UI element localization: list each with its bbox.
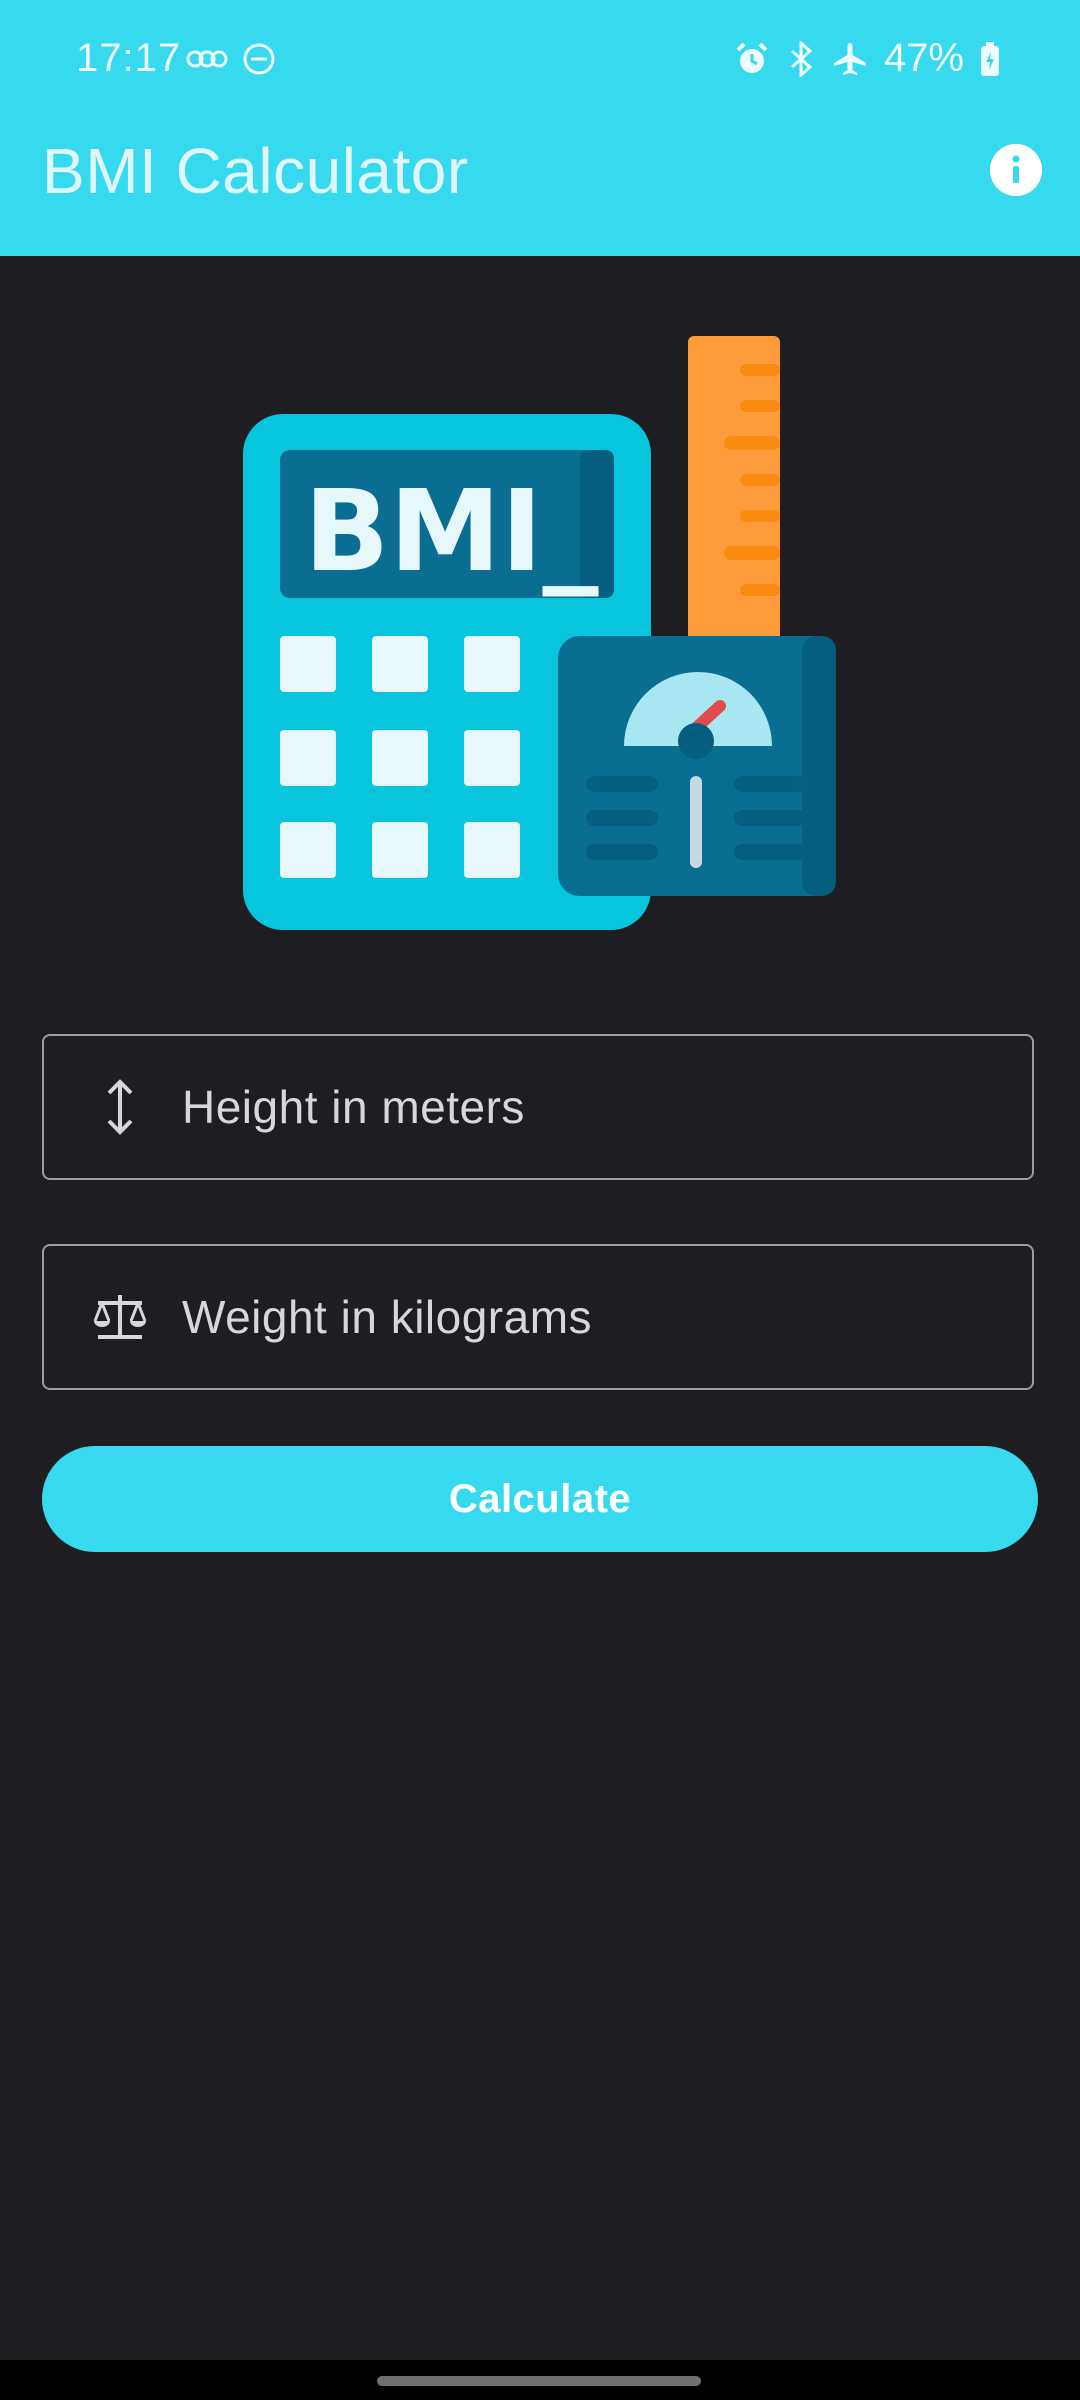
info-icon (990, 144, 1042, 196)
balance-scale-icon (90, 1287, 150, 1347)
weight-placeholder: Weight in kilograms (182, 1291, 593, 1343)
status-right-icons: 47% (734, 36, 1000, 81)
airplane-mode-icon (833, 42, 866, 75)
bmi-illustration: BMI_ (240, 336, 840, 936)
battery-charging-icon (981, 41, 999, 76)
status-left-icons (186, 42, 276, 76)
info-button[interactable] (990, 144, 1042, 196)
vertical-arrows-icon (90, 1077, 150, 1137)
weighing-scale-icon (558, 636, 836, 896)
page-title: BMI Calculator (42, 135, 469, 207)
height-field[interactable]: Height in meters (42, 1034, 1034, 1180)
alarm-icon (736, 42, 768, 73)
voicemail-icon (186, 50, 228, 68)
calculate-button[interactable]: Calculate (42, 1446, 1038, 1552)
battery-percentage: 47% (883, 36, 964, 80)
status-time: 17:17 (76, 36, 182, 80)
gesture-handle[interactable] (377, 2376, 701, 2386)
bluetooth-icon (790, 40, 813, 77)
app-header: 17:17 47% BMI Calculator (0, 0, 1080, 256)
weight-field[interactable]: Weight in kilograms (42, 1244, 1034, 1390)
height-placeholder: Height in meters (182, 1081, 525, 1133)
do-not-disturb-icon (243, 43, 275, 75)
ruler-icon (688, 336, 780, 656)
status-bar: 17:17 47% (0, 0, 1080, 120)
calculator-display-text: BMI_ (304, 467, 599, 597)
navigation-bar (0, 2360, 1080, 2400)
